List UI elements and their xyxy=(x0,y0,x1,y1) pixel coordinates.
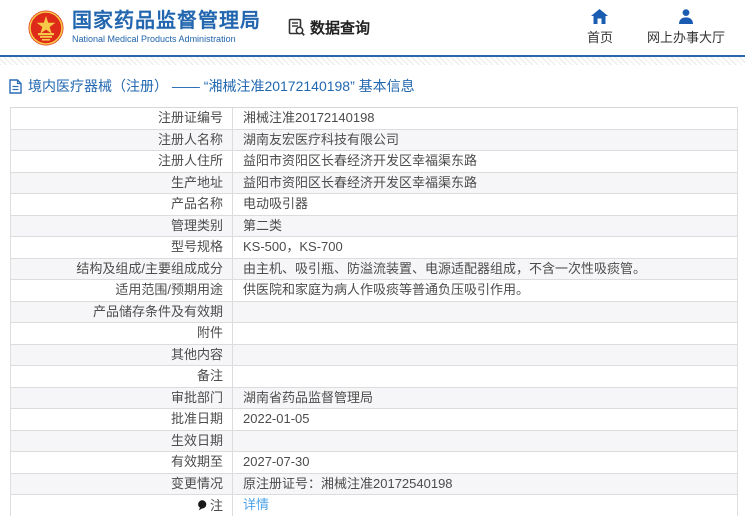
row-label: 注册人住所 xyxy=(11,151,233,172)
table-row-attachments: 附件 xyxy=(11,323,737,345)
row-label: 结构及组成/主要组成成分 xyxy=(11,258,233,279)
row-label: 产品储存条件及有效期 xyxy=(11,301,233,322)
nav-home-label: 首页 xyxy=(586,30,613,45)
row-label: 附件 xyxy=(11,323,233,344)
row-label: 备注 xyxy=(11,366,233,387)
row-value: 原注册证号：湘械注准20172540198 xyxy=(243,475,453,491)
row-value xyxy=(233,345,737,366)
row-value: KS-500，KS-700 xyxy=(243,239,343,254)
document-icon xyxy=(9,78,22,94)
row-value: 第二类 xyxy=(243,217,283,233)
table-row-intended-use: 适用范围/预期用途 供医院和家庭为病人作吸痰等普通负压吸引作用。 xyxy=(11,280,737,302)
row-label: 批准日期 xyxy=(11,409,233,430)
table-row-approval-department: 审批部门 湖南省药品监督管理局 xyxy=(11,387,737,409)
top-nav: 首页 网上办事大厅 xyxy=(587,9,725,46)
row-value: 2027-07-30 xyxy=(243,454,310,469)
row-label: 其他内容 xyxy=(11,344,233,365)
table-row-effective-date: 生效日期 xyxy=(11,430,737,452)
note-label: 注 xyxy=(209,497,223,513)
person-icon xyxy=(678,9,693,24)
site-header: 国家药品监督管理局 National Medical Products Admi… xyxy=(0,0,745,57)
row-value xyxy=(233,302,737,323)
row-value: 电动吸引器 xyxy=(243,196,309,211)
table-row-expiry-date: 有效期至 2027-07-30 xyxy=(11,452,737,474)
row-value xyxy=(233,323,737,344)
org-name-en: National Medical Products Administration xyxy=(72,34,236,45)
data-query-icon xyxy=(288,18,305,36)
registration-info-table: 注册证编号 湘械注准20172140198 注册人名称 湖南友宏医疗科技有限公司… xyxy=(10,107,738,516)
note-balloon-icon xyxy=(197,500,207,511)
table-row-product-name: 产品名称 电动吸引器 xyxy=(11,194,737,216)
row-label: 注册证编号 xyxy=(11,108,233,129)
home-icon xyxy=(591,9,609,24)
row-value: 湖南省药品监督管理局 xyxy=(243,389,374,405)
row-value xyxy=(233,431,737,452)
row-label: 产品名称 xyxy=(11,194,233,215)
table-row-change-status: 变更情况 原注册证号：湘械注准20172540198 xyxy=(11,473,737,495)
data-query-menu[interactable]: 数据查询 xyxy=(287,17,370,38)
row-value xyxy=(233,366,737,387)
table-row-other-content: 其他内容 xyxy=(11,344,737,366)
row-label: 型号规格 xyxy=(11,237,233,258)
table-row-registrant-address: 注册人住所 益阳市资阳区长春经济开发区幸福渠东路 xyxy=(11,151,737,173)
national-emblem-icon xyxy=(28,10,64,45)
nav-home[interactable]: 首页 xyxy=(587,9,613,46)
table-row-management-category: 管理类别 第二类 xyxy=(11,215,737,237)
nav-online-service-hall[interactable]: 网上办事大厅 xyxy=(647,9,725,46)
page-title: 境内医疗器械（注册） —— “湘械注准20172140198” 基本信息 xyxy=(28,78,415,94)
hatched-divider xyxy=(0,57,745,65)
table-row-note: 注 详情 xyxy=(11,495,737,516)
table-row-model-spec: 型号规格 KS-500，KS-700 xyxy=(11,237,737,259)
row-value: 湖南友宏医疗科技有限公司 xyxy=(243,131,400,147)
table-row-registrant-name: 注册人名称 湖南友宏医疗科技有限公司 xyxy=(11,129,737,151)
row-label: 生效日期 xyxy=(11,430,233,451)
table-row-storage-conditions: 产品储存条件及有效期 xyxy=(11,301,737,323)
table-row-registration-number: 注册证编号 湘械注准20172140198 xyxy=(11,108,737,130)
table-row-production-address: 生产地址 益阳市资阳区长春经济开发区幸福渠东路 xyxy=(11,172,737,194)
row-label: 变更情况 xyxy=(11,473,233,494)
org-name-cn: 国家药品监督管理局 xyxy=(72,10,261,33)
row-label: 注册人名称 xyxy=(11,129,233,150)
row-value: 详情 xyxy=(233,495,737,516)
row-label: 适用范围/预期用途 xyxy=(11,280,233,301)
row-label: 管理类别 xyxy=(11,215,233,236)
row-value: 益阳市资阳区长春经济开发区幸福渠东路 xyxy=(243,174,478,190)
row-value: 益阳市资阳区长春经济开发区幸福渠东路 xyxy=(243,153,478,168)
row-label: 审批部门 xyxy=(11,387,233,408)
data-query-label: 数据查询 xyxy=(310,20,371,37)
table-row-structure-composition: 结构及组成/主要组成成分 由主机、吸引瓶、防溢流装置、电源适配器组成，不含一次性… xyxy=(11,258,737,280)
row-value: 湘械注准20172140198 xyxy=(243,110,375,125)
row-value: 2022-01-05 xyxy=(243,411,310,426)
detail-link[interactable]: 详情 xyxy=(243,497,269,512)
row-label: 有效期至 xyxy=(11,452,233,473)
table-row-remarks: 备注 xyxy=(11,366,737,388)
row-value: 供医院和家庭为病人作吸痰等普通负压吸引作用。 xyxy=(243,282,530,297)
nav-hall-label: 网上办事大厅 xyxy=(646,30,725,45)
row-label: 注 xyxy=(11,495,233,516)
nmpa-logo: 国家药品监督管理局 National Medical Products Admi… xyxy=(28,10,261,46)
page-title-bar: 境内医疗器械（注册） —— “湘械注准20172140198” 基本信息 xyxy=(0,65,745,107)
table-row-approval-date: 批准日期 2022-01-05 xyxy=(11,409,737,431)
row-label: 生产地址 xyxy=(11,172,233,193)
row-value: 由主机、吸引瓶、防溢流装置、电源适配器组成，不含一次性吸痰管。 xyxy=(243,260,647,276)
